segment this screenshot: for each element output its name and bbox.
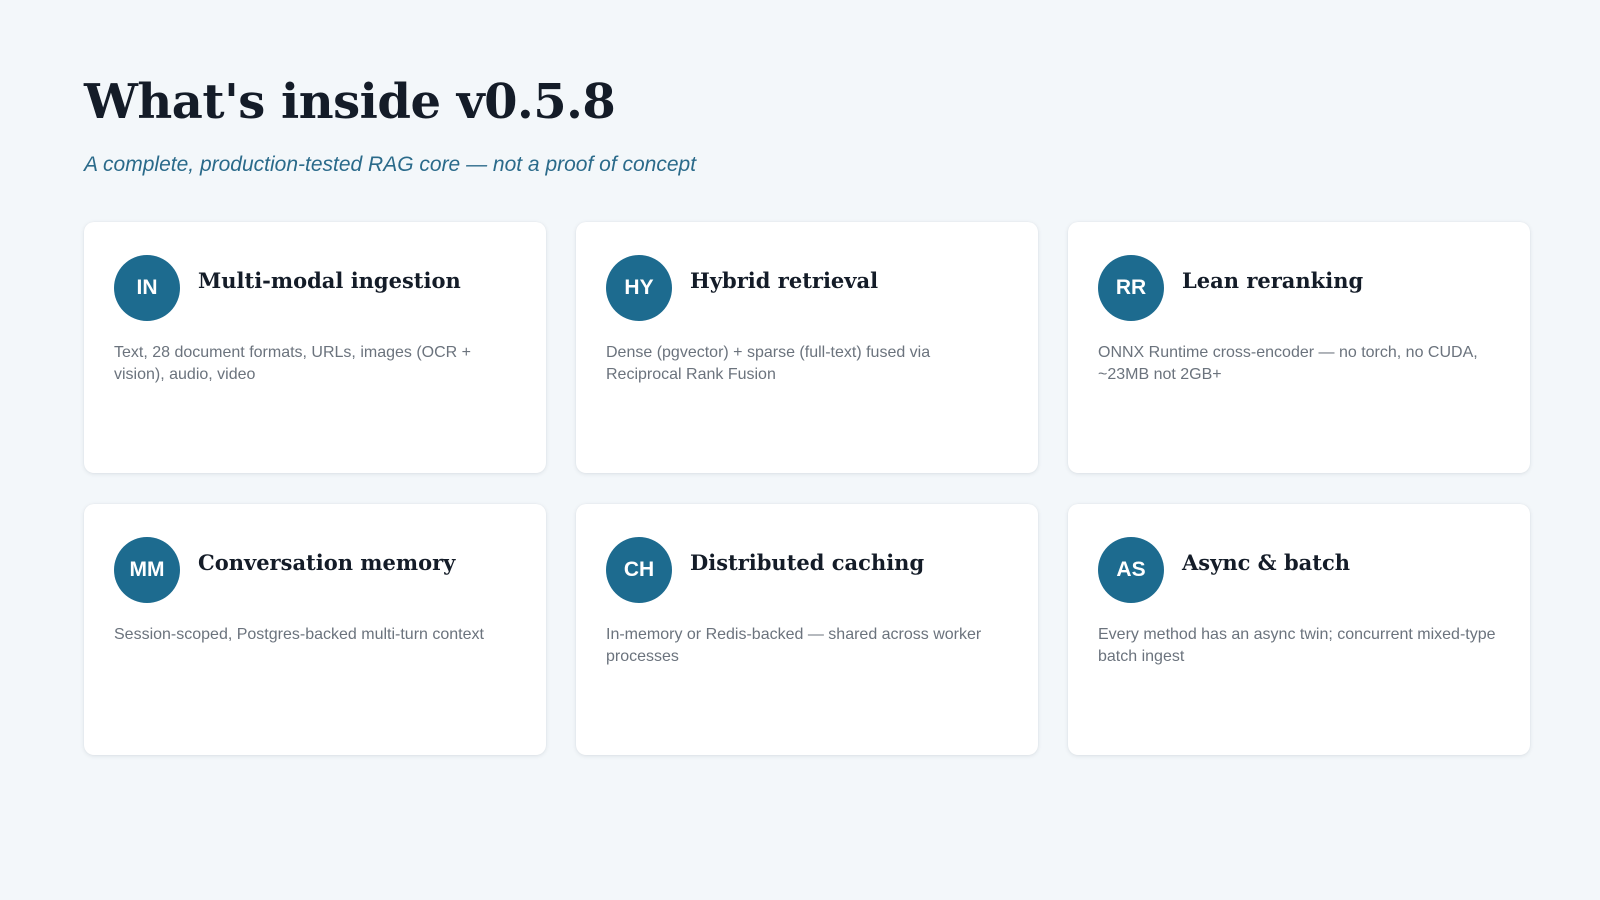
slide: What's inside v0.5.8 A complete, product…: [0, 0, 1600, 900]
feature-badge: HY: [606, 255, 672, 321]
feature-description: Dense (pgvector) + sparse (full-text) fu…: [606, 344, 931, 383]
feature-title: Lean reranking: [1182, 268, 1364, 293]
feature-title: Hybrid retrieval: [690, 268, 879, 293]
feature-card-distributed-caching: CH Distributed caching In-memory or Redi…: [576, 504, 1038, 755]
feature-badge: IN: [114, 255, 180, 321]
feature-description: Every method has an async twin; concurre…: [1098, 626, 1496, 665]
feature-description: ONNX Runtime cross-encoder — no torch, n…: [1098, 344, 1478, 383]
feature-description: Session-scoped, Postgres-backed multi-tu…: [114, 626, 484, 643]
feature-title: Distributed caching: [690, 550, 925, 575]
page-title: What's inside v0.5.8: [84, 74, 616, 130]
feature-card-multi-modal-ingestion: IN Multi-modal ingestion Text, 28 docume…: [84, 222, 546, 473]
feature-grid: IN Multi-modal ingestion Text, 28 docume…: [84, 222, 1530, 755]
feature-title: Conversation memory: [198, 550, 456, 575]
feature-card-conversation-memory: MM Conversation memory Session-scoped, P…: [84, 504, 546, 755]
feature-card-hybrid-retrieval: HY Hybrid retrieval Dense (pgvector) + s…: [576, 222, 1038, 473]
page-subtitle: A complete, production-tested RAG core —…: [84, 153, 697, 176]
feature-badge: MM: [114, 537, 180, 603]
feature-description: Text, 28 document formats, URLs, images …: [114, 344, 472, 383]
feature-badge: AS: [1098, 537, 1164, 603]
feature-title: Async & batch: [1182, 550, 1350, 575]
feature-badge: CH: [606, 537, 672, 603]
feature-title: Multi-modal ingestion: [198, 268, 461, 293]
feature-card-lean-reranking: RR Lean reranking ONNX Runtime cross-enc…: [1068, 222, 1530, 473]
feature-badge: RR: [1098, 255, 1164, 321]
feature-description: In-memory or Redis-backed — shared acros…: [606, 626, 982, 665]
feature-card-async-batch: AS Async & batch Every method has an asy…: [1068, 504, 1530, 755]
